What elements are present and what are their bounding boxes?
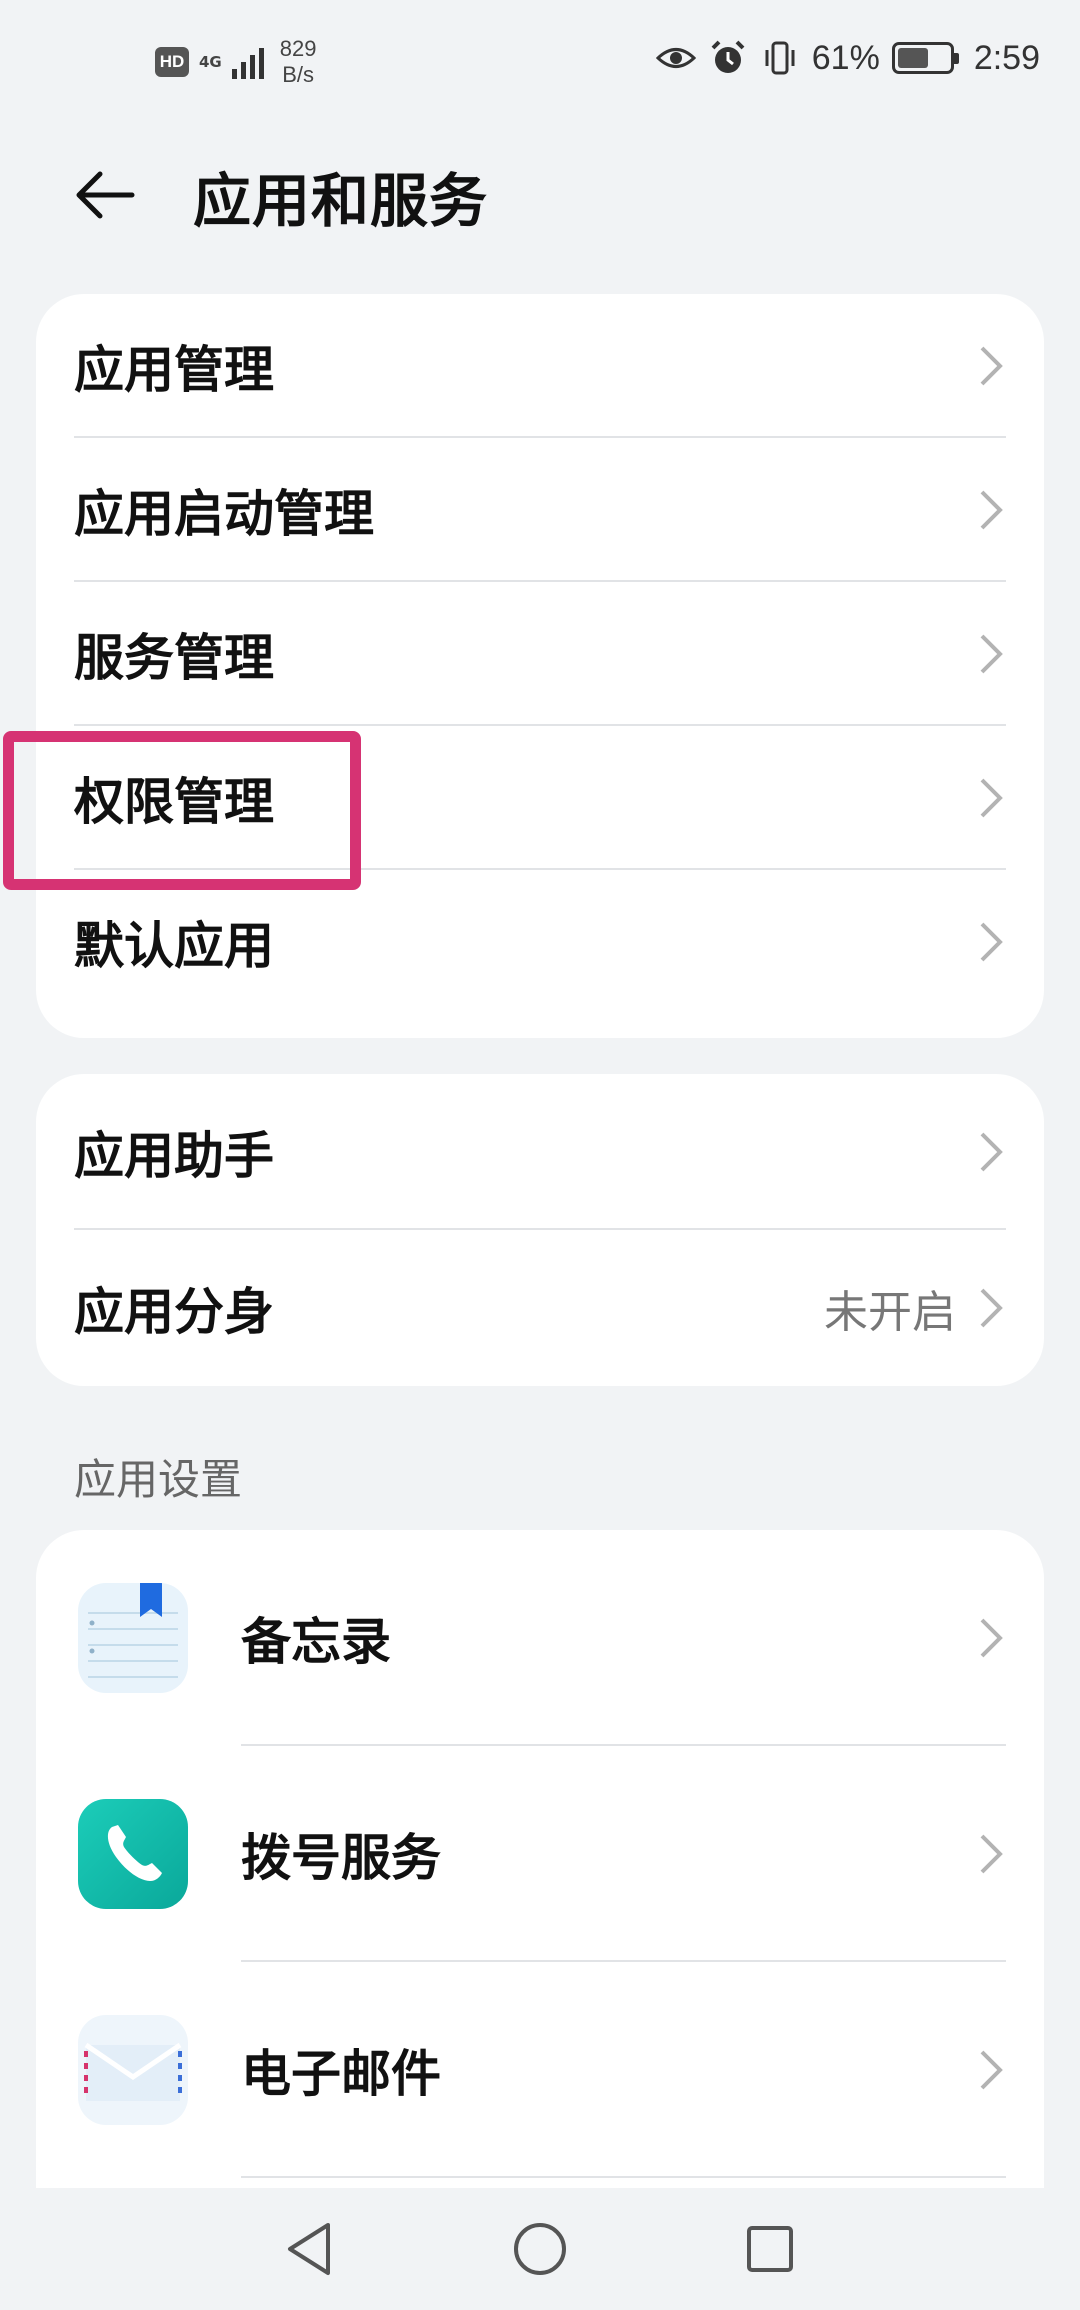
signal-icon (231, 45, 264, 79)
chevron-right-icon (980, 346, 1003, 386)
chevron-right-icon (980, 634, 1003, 674)
battery-icon (891, 42, 959, 74)
circle-home-icon (514, 2223, 566, 2275)
clock: 2:59 (973, 38, 1040, 77)
nav-back-button[interactable] (270, 2209, 350, 2289)
chevron-right-icon (980, 1132, 1003, 1172)
row-label: 服务管理 (74, 629, 274, 687)
eye-icon (655, 38, 696, 78)
status-left: HD 4G 829 B/s (155, 36, 316, 88)
row-app-twin[interactable]: 应用分身 未开启 (36, 1230, 1044, 1386)
nav-home-button[interactable] (500, 2209, 580, 2289)
row-label: 电子邮件 (241, 2045, 441, 2103)
row-label: 应用助手 (74, 1127, 274, 1185)
row-label: 应用启动管理 (74, 485, 374, 543)
phone-icon (78, 1799, 188, 1909)
battery-fill (897, 48, 929, 68)
header: 应用和服务 (0, 140, 1080, 240)
status-value: 未开启 (824, 1287, 956, 1338)
row-label: 拨号服务 (241, 1829, 441, 1887)
divider (241, 2176, 1006, 2178)
status-bar: HD 4G 829 B/s 61% 2:59 (0, 0, 1080, 130)
row-label: 应用管理 (74, 341, 274, 399)
speed-value: 829 (279, 36, 317, 61)
row-app-assistant[interactable]: 应用助手 (36, 1074, 1044, 1230)
navigation-bar (0, 2188, 1080, 2310)
vibrate-icon (760, 38, 800, 78)
chevron-right-icon (980, 1288, 1003, 1328)
alarm-icon (708, 38, 748, 78)
card-app-management: 应用管理 应用启动管理 服务管理 权限管理 默认应用 (36, 294, 1044, 1038)
page-title: 应用和服务 (193, 167, 489, 235)
chevron-right-icon (980, 490, 1003, 530)
arrow-left-icon (76, 171, 135, 219)
row-app-launch-management[interactable]: 应用启动管理 (36, 438, 1044, 582)
row-service-management[interactable]: 服务管理 (36, 582, 1044, 726)
triangle-back-icon (288, 2223, 330, 2275)
status-right: 61% 2:59 (655, 38, 1040, 78)
nav-recents-button[interactable] (730, 2209, 810, 2289)
row-dialer-service[interactable]: 拨号服务 (36, 1746, 1044, 1962)
battery-percent: 61% (811, 38, 880, 77)
square-recents-icon (747, 2226, 793, 2272)
chevron-right-icon (980, 1618, 1003, 1658)
notepad-icon (78, 1583, 188, 1693)
row-permission-management[interactable]: 权限管理 (36, 726, 1044, 870)
chevron-right-icon (980, 2050, 1003, 2090)
row-email[interactable]: 电子邮件 (36, 1962, 1044, 2178)
chevron-right-icon (980, 778, 1003, 818)
chevron-right-icon (980, 922, 1003, 962)
back-button[interactable] (70, 160, 140, 230)
email-icon (78, 2015, 188, 2125)
network-speed: 829 B/s (280, 36, 317, 88)
row-label: 权限管理 (74, 773, 274, 831)
row-label: 应用分身 (74, 1283, 274, 1341)
speed-unit: B/s (282, 62, 314, 87)
card-app-settings: 备忘录 拨号服务 电子邮件 (36, 1530, 1044, 2200)
card-app-tools: 应用助手 应用分身 未开启 (36, 1074, 1044, 1386)
row-app-management[interactable]: 应用管理 (36, 294, 1044, 438)
section-title-app-settings: 应用设置 (74, 1455, 243, 1504)
row-label: 默认应用 (74, 917, 274, 975)
row-default-apps[interactable]: 默认应用 (36, 870, 1044, 1014)
network-type: 4G (199, 53, 222, 71)
row-memo[interactable]: 备忘录 (36, 1530, 1044, 1746)
row-label: 备忘录 (241, 1613, 391, 1671)
chevron-right-icon (980, 1834, 1003, 1874)
hd-badge: HD (155, 47, 189, 77)
